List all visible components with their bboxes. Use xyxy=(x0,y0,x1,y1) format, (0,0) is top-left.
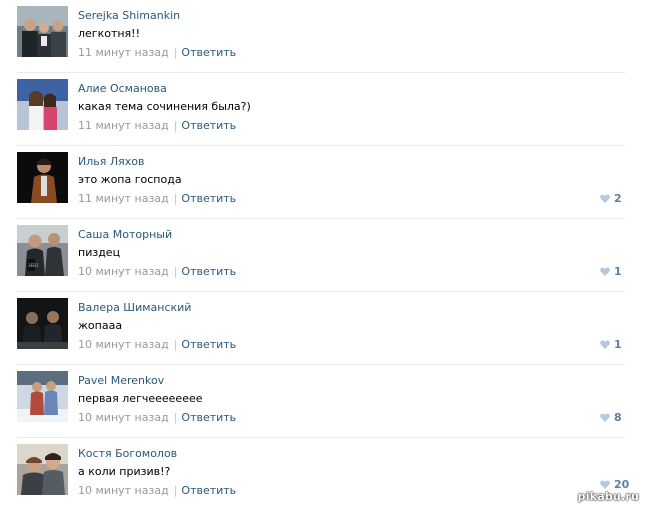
comment-meta: 10 минут назад | Ответить xyxy=(78,338,236,351)
meta-separator: | xyxy=(173,46,178,59)
comment-meta: 11 минут назад | Ответить xyxy=(78,46,236,59)
comment-text: пиздец xyxy=(78,246,121,259)
reply-link[interactable]: Ответить xyxy=(181,46,236,59)
comment-author[interactable]: Саша Моторный xyxy=(78,228,172,241)
like-count: 8 xyxy=(614,411,622,424)
comment-item: Костя Богомолов а коли призив!? 10 минут… xyxy=(0,438,645,511)
avatar[interactable] xyxy=(17,298,68,349)
comments-list: Serejka Shimankin легкотня!! 11 минут на… xyxy=(0,0,645,511)
comment-author[interactable]: Валера Шиманский xyxy=(78,301,191,314)
meta-separator: | xyxy=(173,119,178,132)
watermark: pikabu.ru xyxy=(577,490,639,503)
comment-time[interactable]: 11 минут назад xyxy=(78,192,169,205)
comment-meta: 10 минут назад | Ответить xyxy=(78,484,236,497)
reply-link[interactable]: Ответить xyxy=(181,484,236,497)
heart-icon xyxy=(600,267,610,276)
meta-separator: | xyxy=(173,192,178,205)
like-count: 2 xyxy=(614,192,622,205)
comment-text: жопааа xyxy=(78,319,123,332)
reply-link[interactable]: Ответить xyxy=(181,265,236,278)
heart-icon xyxy=(600,413,610,422)
comment-text: первая легчееееееее xyxy=(78,392,203,405)
like-count: 1 xyxy=(614,265,622,278)
comment-author[interactable]: Pavel Merenkov xyxy=(78,374,164,387)
avatar[interactable] xyxy=(17,79,68,130)
reply-link[interactable]: Ответить xyxy=(181,192,236,205)
comment-meta: 11 минут назад | Ответить xyxy=(78,119,236,132)
avatar[interactable] xyxy=(17,6,68,57)
comment-author[interactable]: Serejka Shimankin xyxy=(78,9,180,22)
comment-item: Илья Ляхов это жопа господа 11 минут наз… xyxy=(0,146,645,219)
comment-author[interactable]: Илья Ляхов xyxy=(78,155,144,168)
comment-meta: 10 минут назад | Ответить xyxy=(78,411,236,424)
comment-author[interactable]: Алие Османова xyxy=(78,82,167,95)
like-button[interactable]: 1 xyxy=(600,338,622,351)
svg-text:ЗЕВЗ: ЗЕВЗ xyxy=(28,263,39,268)
like-button[interactable]: 2 xyxy=(600,192,622,205)
comment-item: Валера Шиманский жопааа 10 минут назад | О… xyxy=(0,292,645,365)
reply-link[interactable]: Ответить xyxy=(181,411,236,424)
heart-icon xyxy=(600,480,610,489)
meta-separator: | xyxy=(173,411,178,424)
comment-author[interactable]: Костя Богомолов xyxy=(78,447,177,460)
comment-item: ЗЕВЗ Саша Моторный пиздец 10 минут назад… xyxy=(0,219,645,292)
comment-text: это жопа господа xyxy=(78,173,182,186)
avatar[interactable] xyxy=(17,371,68,422)
comment-text: какая тема сочинения была?) xyxy=(78,100,251,113)
meta-separator: | xyxy=(173,265,178,278)
comment-item: Serejka Shimankin легкотня!! 11 минут на… xyxy=(0,0,645,73)
avatar[interactable] xyxy=(17,444,68,495)
comment-time[interactable]: 11 минут назад xyxy=(78,46,169,59)
comment-text: легкотня!! xyxy=(78,27,140,40)
avatar[interactable]: ЗЕВЗ xyxy=(17,225,68,276)
comment-time[interactable]: 10 минут назад xyxy=(78,265,169,278)
comment-time[interactable]: 10 минут назад xyxy=(78,484,169,497)
like-count: 1 xyxy=(614,338,622,351)
comment-meta: 10 минут назад | Ответить xyxy=(78,265,236,278)
like-button[interactable]: 1 xyxy=(600,265,622,278)
comment-time[interactable]: 10 минут назад xyxy=(78,411,169,424)
comment-meta: 11 минут назад | Ответить xyxy=(78,192,236,205)
meta-separator: | xyxy=(173,338,178,351)
reply-link[interactable]: Ответить xyxy=(181,338,236,351)
comment-time[interactable]: 10 минут назад xyxy=(78,338,169,351)
comment-text: а коли призив!? xyxy=(78,465,171,478)
comment-time[interactable]: 11 минут назад xyxy=(78,119,169,132)
comment-item: Pavel Merenkov первая легчееееееее 10 ми… xyxy=(0,365,645,438)
reply-link[interactable]: Ответить xyxy=(181,119,236,132)
avatar[interactable] xyxy=(17,152,68,203)
heart-icon xyxy=(600,194,610,203)
meta-separator: | xyxy=(173,484,178,497)
like-button[interactable]: 8 xyxy=(600,411,622,424)
heart-icon xyxy=(600,340,610,349)
comment-item: Алие Османова какая тема сочинения была?… xyxy=(0,73,645,146)
